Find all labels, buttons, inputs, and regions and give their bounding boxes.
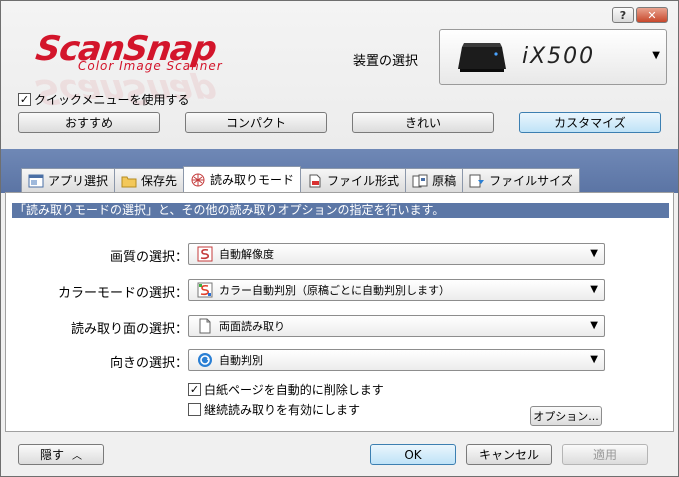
file-size-icon — [469, 174, 485, 187]
chevron-down-icon: ▼ — [590, 284, 598, 295]
continuous-scan-checkbox[interactable] — [188, 403, 201, 416]
scan-mode-icon — [191, 173, 205, 186]
tab-label: 原稿 — [432, 174, 457, 188]
header-area: ? ✕ ScanSnap Color Image Scanner ScanSna… — [1, 1, 678, 149]
tab-file-format[interactable]: ファイル形式 — [300, 168, 407, 192]
tab-label: 読み取りモード — [210, 173, 295, 187]
chevron-down-icon: ▼ — [590, 354, 598, 365]
preset-recommended-button[interactable]: おすすめ — [18, 112, 160, 133]
color-mode-row: カラーモードの選択： カラー自動判別（原稿ごとに自動判別します） ▼ — [6, 279, 675, 301]
application-icon — [28, 174, 44, 187]
tab-scan-mode[interactable]: 読み取りモード — [183, 166, 302, 192]
chevron-up-icon: ︿ — [72, 451, 82, 462]
image-quality-row: 画質の選択： 自動解像度 ▼ — [6, 243, 675, 265]
quick-menu-checkbox[interactable]: ✓ — [18, 93, 31, 106]
blank-page-removal-label: 白紙ページを自動的に削除します — [204, 383, 384, 397]
color-mode-value: カラー自動判別（原稿ごとに自動判別します） — [219, 284, 450, 297]
cancel-button[interactable]: キャンセル — [466, 444, 552, 465]
tab-label: ファイルサイズ — [489, 174, 573, 188]
color-mode-label: カラーモードの選択： — [57, 286, 188, 301]
scanner-icon — [458, 43, 506, 72]
device-name: iX500 — [522, 44, 596, 69]
image-quality-label: 画質の選択： — [109, 250, 188, 265]
apply-button[interactable]: 適用 — [562, 444, 648, 465]
quick-menu-label: クイックメニューを使用する — [34, 93, 190, 107]
title-buttons: ? ✕ — [612, 7, 668, 23]
rotate-icon — [198, 353, 212, 367]
hide-button[interactable]: 隠す ︿ — [18, 444, 104, 465]
continuous-scan-label: 継続読み取りを有効にします — [204, 403, 361, 417]
folder-icon — [121, 176, 137, 187]
orientation-value: 自動判別 — [219, 354, 263, 367]
orientation-label: 向きの選択： — [109, 356, 188, 371]
tab-label: ファイル形式 — [327, 174, 400, 188]
quick-menu-option[interactable]: ✓ クイックメニューを使用する — [18, 91, 190, 108]
close-button[interactable]: ✕ — [636, 7, 668, 23]
document-icon — [412, 174, 428, 187]
orientation-row: 向きの選択： 自動判別 ▼ — [6, 349, 675, 371]
image-quality-icon — [197, 246, 213, 262]
tab-document[interactable]: 原稿 — [405, 168, 464, 192]
tab-label: アプリ選択 — [48, 174, 109, 188]
preset-clean-button[interactable]: きれい — [352, 112, 494, 133]
tab-label: 保存先 — [141, 174, 178, 188]
tab-save-location[interactable]: 保存先 — [114, 168, 185, 192]
scan-side-row: 読み取り面の選択： 両面読み取り ▼ — [6, 315, 675, 337]
image-quality-select[interactable]: 自動解像度 ▼ — [188, 243, 605, 265]
scan-side-value: 両面読み取り — [219, 320, 285, 333]
ok-button[interactable]: OK — [370, 444, 456, 465]
preset-compact-button[interactable]: コンパクト — [185, 112, 327, 133]
tab-strip: アプリ選択 保存先 読み取りモード ファイル形式 原稿 ファイルサイズ — [21, 166, 580, 192]
scan-side-select[interactable]: 両面読み取り ▼ — [188, 315, 605, 337]
footer-bar: 隠す ︿ OK キャンセル 適用 — [1, 434, 678, 476]
tab-application[interactable]: アプリ選択 — [21, 168, 116, 192]
scansnap-settings-window: ? ✕ ScanSnap Color Image Scanner ScanSna… — [0, 0, 679, 477]
scan-mode-panel: 「読み取りモードの選択」と、その他の読み取りオプションの指定を行います。 画質の… — [5, 192, 674, 432]
device-select-label: 装置の選択 — [353, 54, 419, 69]
hide-label: 隠す — [39, 448, 64, 462]
orientation-select[interactable]: 自動判別 ▼ — [188, 349, 605, 371]
file-format-icon — [309, 174, 321, 187]
panel-description: 「読み取りモードの選択」と、その他の読み取りオプションの指定を行います。 — [12, 203, 669, 218]
preset-customize-button[interactable]: カスタマイズ — [519, 112, 661, 133]
image-quality-value: 自動解像度 — [219, 248, 274, 261]
color-mode-select[interactable]: カラー自動判別（原稿ごとに自動判別します） ▼ — [188, 279, 605, 301]
blank-page-removal-option[interactable]: ✓ 白紙ページを自動的に削除します — [188, 381, 384, 398]
chevron-down-icon: ▼ — [590, 320, 598, 331]
chevron-down-icon: ▼ — [652, 50, 660, 61]
color-mode-icon — [197, 282, 213, 298]
duplex-icon — [199, 318, 211, 334]
scan-side-label: 読み取り面の選択： — [70, 322, 188, 337]
options-button[interactable]: オプション... — [530, 406, 602, 426]
scansnap-logo: ScanSnap Color Image Scanner ScanSnap — [33, 29, 316, 111]
blank-page-removal-checkbox[interactable]: ✓ — [188, 383, 201, 396]
continuous-scan-option[interactable]: 継続読み取りを有効にします — [188, 401, 360, 418]
device-select-dropdown[interactable]: iX500 ▼ — [439, 29, 667, 85]
chevron-down-icon: ▼ — [590, 248, 598, 259]
tab-file-size[interactable]: ファイルサイズ — [462, 168, 580, 192]
help-button[interactable]: ? — [612, 7, 634, 23]
